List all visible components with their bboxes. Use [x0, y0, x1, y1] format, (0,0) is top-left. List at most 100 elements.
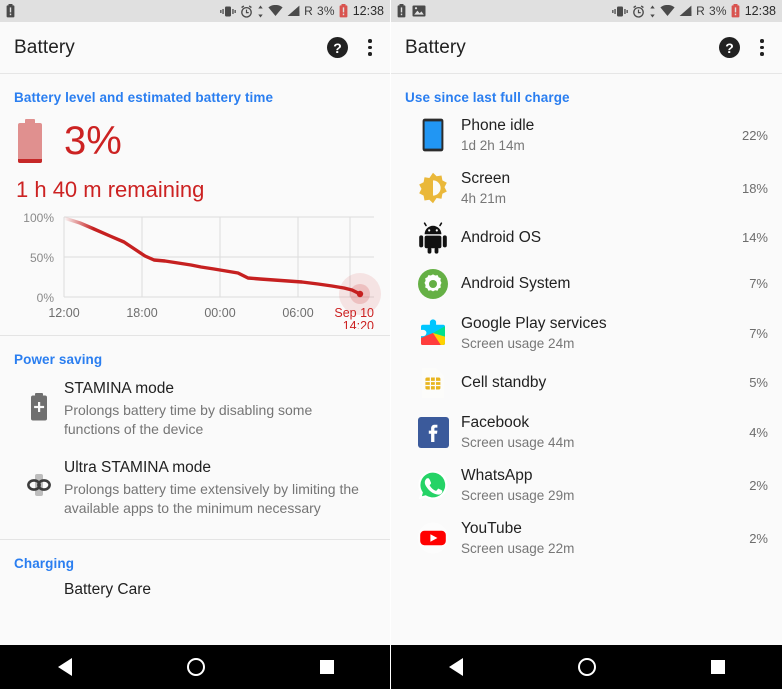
- overflow-menu-icon[interactable]: [760, 39, 764, 56]
- action-bar: Battery ?: [391, 22, 782, 74]
- battery-care-title: Battery Care: [64, 580, 152, 598]
- action-bar-actions: ?: [719, 37, 768, 58]
- signal-icon: [679, 5, 692, 17]
- usage-text: Screen 4h 21m: [461, 169, 734, 208]
- clock: 12:38: [352, 4, 384, 18]
- status-bar-left-icons: [6, 4, 15, 18]
- usage-name: Phone idle: [461, 117, 535, 134]
- stamina-mode-text: STAMINA mode Prolongs battery time by di…: [64, 379, 375, 440]
- usage-row-android-os[interactable]: Android OS 14%: [391, 215, 782, 261]
- youtube-icon: [405, 522, 461, 554]
- status-bar: R 3% 12:38: [391, 0, 782, 22]
- brightness-icon: [405, 172, 461, 204]
- usage-text: Facebook Screen usage 44m: [461, 413, 734, 452]
- usage-detail: Screen usage 44m: [461, 435, 575, 451]
- battery-level-icon: [18, 119, 42, 163]
- battery-low-icon: [339, 4, 348, 18]
- alarm-icon: [240, 4, 253, 18]
- battery-care-row[interactable]: Battery Care: [0, 571, 390, 599]
- data-transfer-icon: [257, 5, 264, 18]
- svg-text:18:00: 18:00: [126, 306, 157, 320]
- stamina-mode-row[interactable]: STAMINA mode Prolongs battery time by di…: [0, 367, 390, 446]
- usage-text: Android System: [461, 274, 734, 293]
- battery-alert-icon: [397, 4, 406, 18]
- usage-percent: 14%: [741, 230, 768, 246]
- svg-text:100%: 100%: [23, 211, 54, 225]
- vibrate-icon: [612, 5, 628, 18]
- action-bar-actions: ?: [327, 37, 376, 58]
- sim-card-icon: [405, 367, 461, 399]
- usage-text: Cell standby: [461, 373, 734, 392]
- google-play-services-icon: [405, 317, 461, 349]
- svg-text:12:00: 12:00: [48, 306, 79, 320]
- section-title-power-saving: Power saving: [14, 352, 103, 367]
- recents-button-icon[interactable]: [319, 660, 334, 674]
- usage-detail: Screen usage 29m: [461, 488, 575, 504]
- battery-percent-text: 3%: [708, 4, 727, 18]
- battery-alert-icon: [6, 4, 15, 18]
- usage-name: Cell standby: [461, 374, 547, 392]
- section-title-battery-level: Battery level and estimated battery time: [14, 90, 274, 105]
- android-icon: [405, 222, 461, 254]
- usage-percent: 5%: [749, 375, 768, 391]
- usage-percent: 22%: [741, 127, 768, 143]
- usage-percent: 4%: [749, 424, 768, 440]
- usage-detail: 4h 21m: [461, 191, 507, 207]
- help-icon[interactable]: ?: [719, 37, 740, 58]
- home-button-icon[interactable]: [186, 658, 205, 676]
- clock: 12:38: [744, 4, 776, 18]
- battery-chart-svg: 100% 50% 0% 12:00 18:00 00:00 06:00 Sep …: [23, 211, 381, 329]
- usage-row-phone-idle[interactable]: Phone idle 1d 2h 14m 22%: [391, 109, 782, 162]
- battery-low-icon: [731, 4, 740, 18]
- usage-detail: Screen usage 24m: [461, 336, 575, 352]
- usage-name: Screen: [461, 169, 511, 187]
- right-scroll-content[interactable]: Use since last full charge Phone idle 1d…: [391, 74, 782, 645]
- svg-text:0%: 0%: [37, 291, 55, 305]
- usage-row-google-play-services[interactable]: Google Play services Screen usage 24m 7%: [391, 307, 782, 360]
- help-icon[interactable]: ?: [327, 37, 348, 58]
- page-title: Battery: [405, 36, 466, 58]
- signal-icon: [287, 5, 300, 17]
- battery-level-row: 3%: [0, 105, 390, 163]
- battery-percent-text: 3%: [316, 4, 335, 18]
- roaming-indicator: R: [304, 4, 313, 18]
- left-phone-screen: R 3% 12:38 Battery ? Battery level and e…: [0, 0, 391, 689]
- usage-percent: 2%: [749, 477, 768, 493]
- whatsapp-icon: [405, 469, 461, 501]
- usage-row-cell-standby[interactable]: Cell standby 5%: [391, 360, 782, 406]
- overflow-menu-icon[interactable]: [368, 39, 372, 56]
- ultra-stamina-mode-row[interactable]: Ultra STAMINA mode Prolongs battery time…: [0, 446, 390, 525]
- battery-usage-list: Phone idle 1d 2h 14m 22% Screen 4h 21m 1…: [391, 105, 782, 565]
- svg-text:00:00: 00:00: [204, 306, 235, 320]
- vibrate-icon: [220, 5, 236, 18]
- svg-text:06:00: 06:00: [282, 306, 313, 320]
- status-bar-right-icons: R 3% 12:38: [220, 4, 384, 18]
- usage-name: Google Play services: [461, 314, 607, 332]
- section-title-charging: Charging: [14, 555, 75, 571]
- usage-row-screen[interactable]: Screen 4h 21m 18%: [391, 162, 782, 215]
- dual-screenshot-container: R 3% 12:38 Battery ? Battery level and e…: [0, 0, 782, 689]
- battery-level-section: Battery level and estimated battery time…: [0, 74, 390, 335]
- wifi-icon: [660, 5, 675, 17]
- back-button-icon[interactable]: [57, 658, 72, 676]
- left-scroll-content[interactable]: Battery level and estimated battery time…: [0, 74, 390, 645]
- battery-plus-icon: [14, 379, 64, 421]
- usage-percent: 18%: [741, 180, 768, 196]
- usage-row-facebook[interactable]: Facebook Screen usage 44m 4%: [391, 406, 782, 459]
- back-button-icon[interactable]: [448, 658, 463, 676]
- usage-row-youtube[interactable]: YouTube Screen usage 22m 2%: [391, 512, 782, 565]
- home-button-icon[interactable]: [577, 658, 596, 676]
- battery-history-chart[interactable]: 100% 50% 0% 12:00 18:00 00:00 06:00 Sep …: [0, 203, 390, 335]
- usage-row-android-system[interactable]: Android System 7%: [391, 261, 782, 307]
- ultra-stamina-mode-subtitle: Prolongs battery time extensively by lim…: [64, 480, 359, 517]
- svg-text:50%: 50%: [30, 251, 54, 265]
- usage-row-whatsapp[interactable]: WhatsApp Screen usage 29m 2%: [391, 459, 782, 512]
- action-bar: Battery ?: [0, 22, 390, 74]
- recents-button-icon[interactable]: [710, 660, 725, 674]
- status-bar-right-icons: R 3% 12:38: [612, 4, 776, 18]
- stamina-mode-title: STAMINA mode: [64, 380, 174, 397]
- stamina-mode-subtitle: Prolongs battery time by disabling some …: [64, 402, 313, 438]
- usage-name: Facebook: [461, 413, 530, 431]
- right-phone-screen: R 3% 12:38 Battery ? Use since last full…: [391, 0, 782, 689]
- usage-text: Google Play services Screen usage 24m: [461, 314, 734, 353]
